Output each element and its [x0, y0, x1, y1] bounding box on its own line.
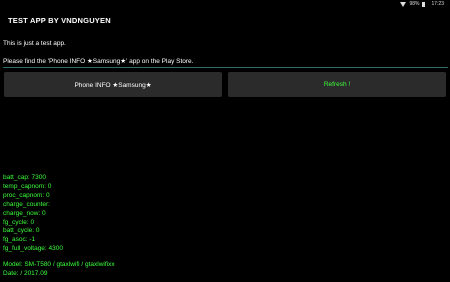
battery-percent: 98% — [409, 1, 420, 7]
intro-text: This is just a test app. — [3, 40, 66, 47]
divider — [3, 67, 448, 68]
info-charge-counter: charge_counter: — [3, 200, 50, 208]
info-temp-capnom: temp_capnom: 0 — [3, 182, 52, 190]
phone-info-button[interactable]: Phone INFO ★Samsung★ — [4, 72, 222, 97]
info-charge-now: charge_now: 0 — [3, 209, 46, 217]
info-batt-cycle: batt_cycle: 0 — [3, 227, 40, 235]
app-bar: TEST APP BY VNDNGUYEN — [0, 8, 450, 32]
battery-icon — [422, 1, 428, 7]
info-model: Model: SM-T580 / gtaxlwifi / gtaxlwifixx — [3, 261, 115, 269]
info-date: Date: / 2017.09 — [3, 270, 48, 278]
status-bar: 98% 17:23 — [0, 0, 450, 8]
info-fg-asoc: fg_asoc: -1 — [3, 236, 36, 244]
app-title: TEST APP BY VNDNGUYEN — [8, 15, 111, 25]
info-fg-full-voltage: fg_full_voltage: 4300 — [3, 245, 63, 253]
instruction-text: Please find the 'Phone INFO ★Samsung★' a… — [3, 58, 194, 65]
refresh-button[interactable]: Refresh ! — [228, 72, 446, 97]
info-fg-cycle: fg_cycle: 0 — [3, 218, 35, 226]
wifi-icon — [400, 1, 407, 7]
info-batt-cap: batt_cap: 7300 — [3, 174, 47, 181]
status-time: 17:23 — [431, 1, 444, 7]
info-proc-capnom: proc_capnom: 0 — [3, 191, 50, 199]
battery-info-panel: batt_cap: 7300 temp_capnom: 0 proc_capno… — [3, 174, 115, 279]
